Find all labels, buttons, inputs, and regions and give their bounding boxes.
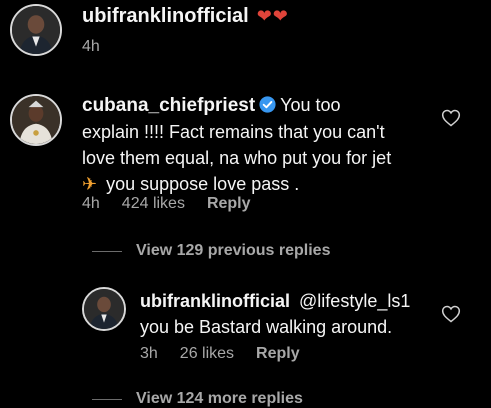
red-hearts-icon: ❤❤ <box>256 6 289 26</box>
top-comment-timestamp: 4h <box>82 38 100 55</box>
avatar-ubifranklinofficial-reply[interactable] <box>82 287 126 331</box>
mention-link[interactable]: @lifestyle_ls1 <box>299 291 410 311</box>
likes-count[interactable]: 26 likes <box>180 345 234 363</box>
reply-button[interactable]: Reply <box>256 345 300 363</box>
profile-photo-icon <box>12 6 60 54</box>
like-heart-icon[interactable] <box>441 304 461 324</box>
comment-text-line: love them equal, na who put you for jet <box>82 148 392 168</box>
comment-text-line-last: ✈ you suppose love pass . <box>82 171 422 197</box>
divider-line <box>92 398 122 400</box>
view-more-replies-label: View 124 more replies <box>136 390 303 407</box>
profile-photo-icon <box>12 96 60 144</box>
reply-button[interactable]: Reply <box>207 195 251 213</box>
likes-count[interactable]: 424 likes <box>122 195 185 213</box>
comment-text-line: explain !!!! Fact remains that you can't <box>82 122 385 142</box>
view-previous-replies-button[interactable]: View 129 previous replies <box>92 242 330 260</box>
reply-comment-body: ubifranklinofficial @lifestyle_ls1 you b… <box>140 288 430 340</box>
main-comment-body: cubana_chiefpriest You too explain !!!! F… <box>82 92 422 197</box>
avatar-cubana-chiefpriest[interactable] <box>10 94 62 146</box>
main-comment-first-line: cubana_chiefpriest You too <box>82 92 422 119</box>
comment-text-line: you suppose love pass . <box>106 174 300 194</box>
avatar-ubifranklinofficial[interactable] <box>10 4 62 56</box>
view-more-replies-button[interactable]: View 124 more replies <box>92 390 303 408</box>
like-heart-icon[interactable] <box>441 108 461 128</box>
reply-comment-meta: 3h 26 likes Reply <box>140 345 300 363</box>
comment-timestamp: 3h <box>140 345 158 362</box>
username-link[interactable]: cubana_chiefpriest <box>82 95 255 116</box>
username-link[interactable]: ubifranklinofficial <box>140 291 290 311</box>
view-previous-replies-label: View 129 previous replies <box>136 242 331 259</box>
divider-line <box>92 250 122 252</box>
profile-photo-icon <box>84 289 124 329</box>
verified-badge-icon <box>259 96 276 113</box>
username-link[interactable]: ubifranklinofficial <box>82 5 249 28</box>
airplane-emoji-icon: ✈ <box>82 174 98 194</box>
comment-timestamp: 4h <box>82 195 100 212</box>
main-comment-meta: 4h 424 likes Reply <box>82 195 251 213</box>
top-comment-header: ubifranklinofficial ❤❤ <box>82 5 289 28</box>
comment-text-line: You too <box>280 95 341 115</box>
comment-text-line: you be Bastard walking around. <box>140 317 393 337</box>
reply-first-line: ubifranklinofficial @lifestyle_ls1 <box>140 288 430 314</box>
